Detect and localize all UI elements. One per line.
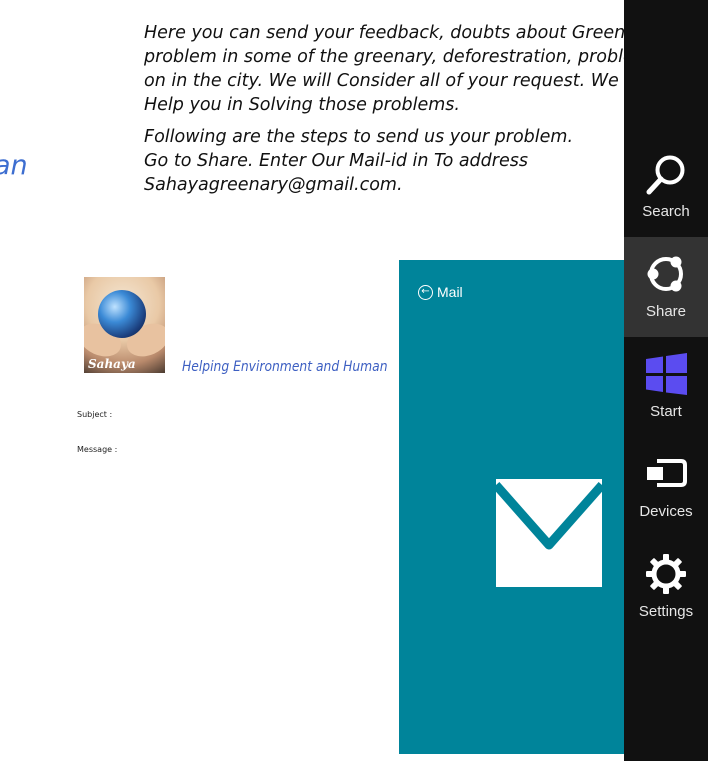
intro-line: on in the city. We will Consider all of …	[144, 71, 624, 91]
charm-settings[interactable]: Settings	[624, 537, 708, 637]
subject-label: Subject :	[77, 410, 113, 419]
globe-graphic	[98, 290, 146, 338]
logo-wordmark: Sahaya	[88, 357, 136, 371]
message-label: Message :	[77, 445, 118, 454]
charm-start[interactable]: Start	[624, 337, 708, 437]
steps-line: Go to Share. Enter Our Mail-id in To add…	[144, 151, 528, 171]
envelope-icon	[496, 479, 603, 587]
mail-back-label: Mail	[437, 284, 463, 300]
charms-bar: Search Share Start Devices Settings	[624, 0, 708, 761]
intro-line: Here you can send your feedback, doubts …	[144, 23, 624, 43]
charm-devices[interactable]: Devices	[624, 437, 708, 537]
settings-icon	[646, 554, 686, 594]
app-screen: an Here you can send your feedback, doub…	[0, 0, 708, 761]
steps-line: Following are the steps to send us your …	[144, 127, 574, 147]
devices-icon	[647, 459, 687, 487]
charm-search[interactable]: Search	[624, 137, 708, 237]
charm-label: Devices	[639, 503, 693, 520]
sahaya-logo: Sahaya	[84, 277, 165, 373]
windows-start-icon	[646, 353, 687, 395]
intro-text: Here you can send your feedback, doubts …	[144, 21, 624, 197]
share-icon	[647, 256, 683, 292]
charm-share[interactable]: Share	[624, 237, 708, 337]
email-address: Sahayagreenary@gmail.com.	[144, 175, 403, 195]
mail-back-button[interactable]: ← Mail	[418, 284, 463, 300]
tagline: Helping Environment and Human	[182, 359, 388, 375]
search-icon	[646, 155, 685, 195]
charm-label: Search	[642, 203, 690, 220]
charm-label: Start	[650, 403, 682, 420]
intro-line: Help you in Solving those problems.	[144, 95, 460, 115]
back-arrow-icon: ←	[418, 284, 433, 300]
intro-line: problem in some of the greenary, defores…	[144, 47, 624, 67]
partial-heading-text: an	[0, 150, 28, 181]
charm-label: Settings	[638, 603, 694, 620]
charm-label: Share	[645, 303, 687, 320]
mail-share-panel: ← Mail	[399, 260, 624, 754]
